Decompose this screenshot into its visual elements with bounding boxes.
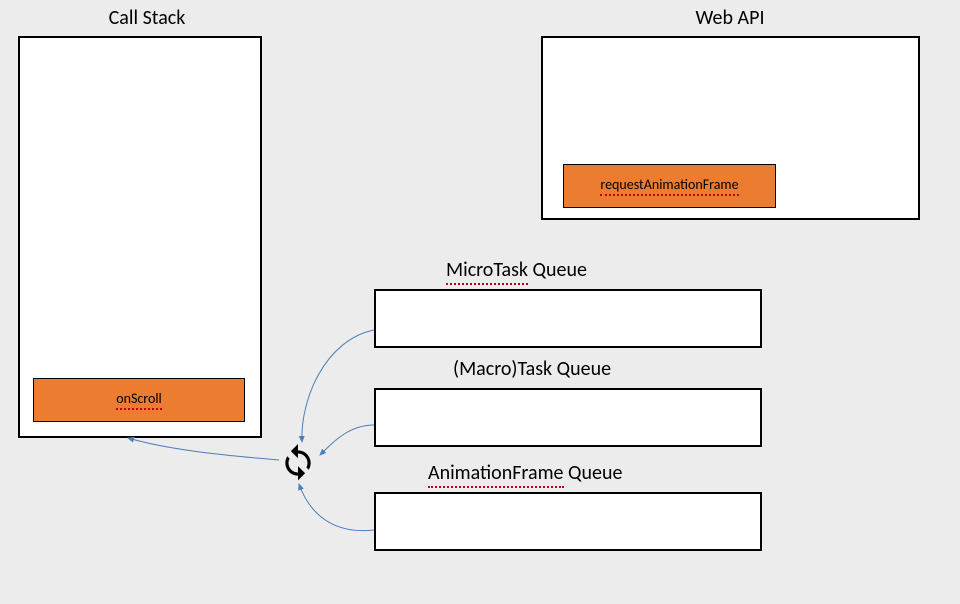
call-stack-item-label: onScroll [116,390,162,410]
refresh-cycle-icon [279,444,317,482]
web-api-item-label: requestAnimationFrame [600,176,738,196]
animationframe-queue-prefix: AnimationFrame [428,461,564,488]
macrotask-queue-box [374,388,762,447]
call-stack-title: Call Stack [82,6,212,30]
microtask-queue-title: MicroTask Queue [446,258,587,282]
microtask-queue-prefix: MicroTask [446,258,528,285]
animationframe-queue-suffix: Queue [564,461,623,485]
web-api-title: Web API [670,6,790,30]
web-api-item-raf: requestAnimationFrame [563,164,776,208]
animationframe-queue-title: AnimationFrame Queue [428,461,622,485]
animationframe-queue-box [374,492,762,551]
call-stack-box: onScroll [18,36,262,438]
call-stack-item-onscroll: onScroll [33,378,245,422]
microtask-queue-box [374,289,762,348]
macrotask-queue-title: (Macro)Task Queue [453,357,611,381]
web-api-box: requestAnimationFrame [541,36,920,220]
microtask-queue-suffix: Queue [528,258,587,282]
